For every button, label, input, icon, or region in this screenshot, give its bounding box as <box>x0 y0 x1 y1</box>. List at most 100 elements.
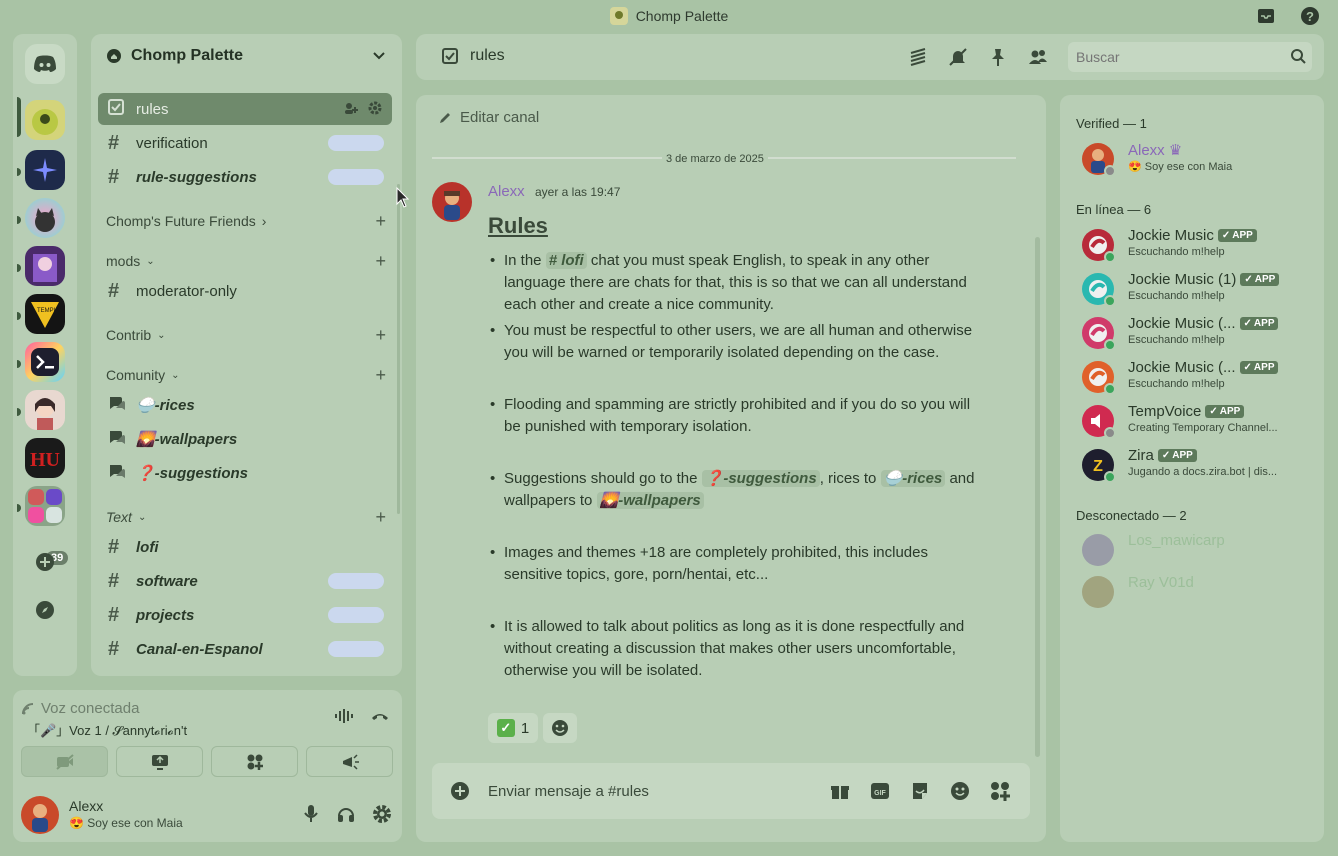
add-attachment-icon[interactable] <box>450 781 470 806</box>
member-jockie-music-3[interactable]: Jockie Music (... ✓ APP Escuchando m!help <box>1082 357 1318 397</box>
chat-scrollbar[interactable] <box>1035 237 1040 757</box>
channel-suggestions[interactable]: ❓-suggestions <box>98 457 392 489</box>
server-anime[interactable] <box>25 246 65 286</box>
smiley-icon <box>552 720 568 736</box>
sticker-icon[interactable] <box>910 781 930 806</box>
server-terminal[interactable] <box>25 342 65 382</box>
channel-rule-suggestions[interactable]: # rule-suggestions <box>98 161 392 193</box>
disconnect-icon[interactable] <box>370 708 390 729</box>
notifications-muted-icon[interactable] <box>948 47 968 72</box>
channel-lofi[interactable]: # lofi <box>98 531 392 563</box>
add-channel-icon[interactable]: + <box>375 251 386 272</box>
status-dot <box>1104 251 1116 263</box>
member-tempvoice[interactable]: TempVoice ✓ APP Creating Temporary Channe… <box>1082 401 1318 441</box>
chevron-down-icon: ⌄ <box>146 255 155 267</box>
server-header[interactable]: Chomp Palette <box>91 34 402 78</box>
edit-channel-button[interactable]: Editar canal <box>438 109 539 126</box>
server-folder[interactable] <box>25 486 65 526</box>
avatar[interactable] <box>21 796 59 834</box>
message-input[interactable] <box>488 781 788 801</box>
headphones-icon[interactable] <box>336 804 356 829</box>
inbox-icon[interactable] <box>1256 6 1276 26</box>
chevron-down-icon <box>373 52 385 60</box>
add-server-button[interactable] <box>25 542 65 582</box>
member-jockie-music-2[interactable]: Jockie Music (... ✓ APP Escuchando m!help <box>1082 313 1318 353</box>
channel-mention-lofi[interactable]: # lofi <box>545 252 587 269</box>
channel-rules[interactable]: rules <box>98 93 392 125</box>
rules-list: In the # lofi chat you must speak Englis… <box>488 250 978 682</box>
member-alexx[interactable]: Alexx ♛ 😍 Soy ese con Maia <box>1082 139 1318 179</box>
channel-wallpapers[interactable]: 🌄-wallpapers <box>98 423 392 455</box>
server-portrait[interactable] <box>25 390 65 430</box>
gift-icon[interactable] <box>830 781 850 806</box>
add-channel-icon[interactable]: + <box>375 211 386 232</box>
crown-icon: ♛ <box>1168 142 1183 159</box>
microphone-icon[interactable] <box>302 804 320 829</box>
discover-compass-icon[interactable] <box>25 590 65 630</box>
voice-channel-name[interactable]: 「🎤」Voz 1 / 𝓢annyt𝓸ri𝓸n't <box>27 720 187 739</box>
member-zira[interactable]: Z Zira ✓ APP Jugando a docs.zira.bot | di… <box>1082 445 1318 485</box>
search-input[interactable] <box>1068 42 1312 72</box>
user-name: Alexx <box>69 798 104 814</box>
app-badge-label: APP <box>1172 450 1193 461</box>
add-reaction-button[interactable] <box>543 713 577 743</box>
member-name: Jockie Music (... ✓ APP <box>1128 315 1279 332</box>
search-icon[interactable] <box>1290 48 1306 69</box>
pin-icon[interactable] <box>988 47 1008 72</box>
soundboard-icon[interactable] <box>334 708 354 729</box>
category-chomps-future-friends[interactable]: Chomp's Future Friends › + <box>106 211 386 231</box>
channel-projects[interactable]: # projects <box>98 599 392 631</box>
reaction-check[interactable]: ✓ 1 <box>488 713 538 743</box>
category-text[interactable]: Text ⌄ + <box>106 507 386 527</box>
channel-moderator-only[interactable]: # moderator-only <box>98 275 392 307</box>
channel-software[interactable]: # software <box>98 565 392 597</box>
server-unread-pip <box>17 504 21 512</box>
member-name: Los_mawicarp <box>1128 532 1225 549</box>
rule-text: In the <box>504 252 542 269</box>
channel-mention-wallpapers[interactable]: 🌄-wallpapers <box>596 492 704 509</box>
threads-icon[interactable] <box>908 47 928 72</box>
settings-gear-icon[interactable] <box>372 804 392 829</box>
add-channel-icon[interactable]: + <box>375 325 386 346</box>
server-el-templo[interactable]: EL TEMPLO <box>25 294 65 334</box>
discord-home-icon[interactable] <box>25 44 65 84</box>
member-name: Jockie Music ✓ APP <box>1128 227 1257 244</box>
channel-label: 🌄-wallpapers <box>136 431 238 448</box>
server-cat[interactable] <box>25 198 65 238</box>
current-user[interactable]: Alexx 😍 Soy ese con Maia <box>19 794 396 836</box>
camera-off-button[interactable] <box>21 746 108 777</box>
member-los-mawicarp[interactable]: Los_mawicarp <box>1082 530 1318 570</box>
emoji-icon[interactable] <box>950 781 970 806</box>
category-comunity[interactable]: Comunity ⌄ + <box>106 365 386 385</box>
member-jockie-music-1[interactable]: Jockie Music (1) ✓ APP Escuchando m!help <box>1082 269 1318 309</box>
message-avatar[interactable] <box>432 182 472 222</box>
apps-icon[interactable] <box>990 781 1010 806</box>
add-channel-icon[interactable]: + <box>375 507 386 528</box>
member-ray-v01d[interactable]: Ray V01d <box>1082 572 1318 612</box>
members-list-icon[interactable] <box>1028 47 1048 72</box>
channel-rices[interactable]: 🍚-rices <box>98 389 392 421</box>
message-author[interactable]: Alexx <box>488 183 525 200</box>
category-mods[interactable]: mods ⌄ + <box>106 251 386 271</box>
channel-label: verification <box>136 134 208 152</box>
soundboard-button[interactable] <box>306 746 393 777</box>
invite-icon[interactable] <box>344 101 358 119</box>
server-chomp-palette[interactable] <box>25 100 65 140</box>
activities-button[interactable] <box>211 746 298 777</box>
channel-mention-suggestions[interactable]: ❓-suggestions <box>701 470 820 487</box>
help-icon[interactable]: ? <box>1300 6 1320 26</box>
channel-mention-rices[interactable]: 🍚-rices <box>880 470 946 487</box>
gif-icon[interactable]: GIF <box>870 781 890 806</box>
member-jockie-music[interactable]: Jockie Music ✓ APP Escuchando m!help <box>1082 225 1318 265</box>
channel-canal-en-espanol[interactable]: # Canal-en-Espanol <box>98 633 392 665</box>
member-name-text: Alexx <box>1128 141 1165 159</box>
channel-scrollbar[interactable] <box>397 184 400 514</box>
channel-verification[interactable]: # verification <box>98 127 392 159</box>
server-hu[interactable]: HU <box>25 438 65 478</box>
rule-item: Suggestions should go to the ❓-suggestio… <box>488 468 978 512</box>
server-star[interactable] <box>25 150 65 190</box>
gear-icon[interactable] <box>368 101 382 119</box>
screen-share-button[interactable] <box>116 746 203 777</box>
add-channel-icon[interactable]: + <box>375 365 386 386</box>
category-contrib[interactable]: Contrib ⌄ + <box>106 325 386 345</box>
